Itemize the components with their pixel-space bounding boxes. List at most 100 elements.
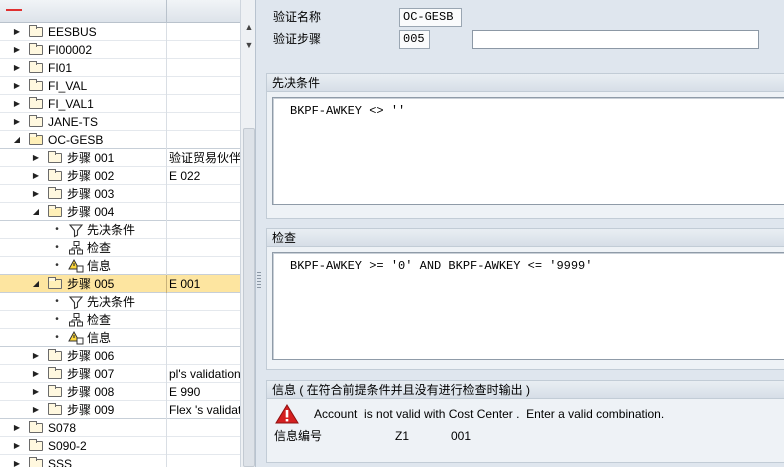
expand-arrow-icon[interactable]: ▶ <box>12 455 22 467</box>
tree-node-sss[interactable]: ▶ SSS <box>0 455 240 467</box>
tree-node-step-004[interactable]: ◢ 步骤 004 <box>0 203 240 221</box>
tree-node-fi-val1[interactable]: ▶ FI_VAL1 <box>0 95 240 113</box>
tree-node-label: FI01 <box>48 61 73 75</box>
prerequisite-code: BKPF-AWKEY <> '' <box>290 104 406 118</box>
tree-node-description: 验证贸易伙伴 <box>169 151 240 165</box>
validation-step-detail: 验证名称 OC-GESB 验证步骤 005 先决条件 BKPF-AWKEY <>… <box>262 0 784 467</box>
tree-node-step-002[interactable]: ▶ 步骤 002 E 022 <box>0 167 240 185</box>
prerequisite-editor[interactable]: BKPF-AWKEY <> '' <box>272 97 784 205</box>
tree-node-label: SSS <box>48 457 73 467</box>
tree-node-message[interactable]: • 信息 <box>0 257 240 275</box>
tree-node-prerequisite[interactable]: • 先决条件 <box>0 293 240 311</box>
message-warning-icon <box>68 258 84 273</box>
folder-icon <box>29 115 43 127</box>
open-folder-icon <box>48 205 62 217</box>
tree-node-label: 步骤 007 <box>67 367 115 381</box>
expand-arrow-icon[interactable]: ▶ <box>12 59 22 77</box>
tree-node-label: S090-2 <box>48 439 87 453</box>
expand-arrow-icon[interactable]: ▶ <box>12 23 22 41</box>
folder-icon <box>48 349 62 361</box>
check-section-title: 检查 <box>267 229 784 247</box>
tree-header-column-name[interactable] <box>0 0 167 22</box>
bullet-icon: • <box>55 314 59 325</box>
tree-node-label: 步骤 003 <box>67 187 115 201</box>
tree-node-eesbus[interactable]: ▶ EESBUS <box>0 23 240 41</box>
tree-node-step-001[interactable]: ▶ 步骤 001 验证贸易伙伴 <box>0 149 240 167</box>
folder-icon <box>48 367 62 379</box>
folder-icon <box>29 97 43 109</box>
tree-node-oc-gesb[interactable]: ◢ OC-GESB <box>0 131 240 149</box>
expand-arrow-icon[interactable]: ▶ <box>12 77 22 95</box>
tree-node-check[interactable]: • 检查 <box>0 239 240 257</box>
bullet-icon: • <box>55 242 59 253</box>
tree-node-step-007[interactable]: ▶ 步骤 007 pl's validation <box>0 365 240 383</box>
tree-node-label: 步骤 009 <box>67 403 115 417</box>
tree-node-fi-val[interactable]: ▶ FI_VAL <box>0 77 240 95</box>
tree-node-label: 步骤 008 <box>67 385 115 399</box>
expand-arrow-icon[interactable]: ▶ <box>31 347 41 365</box>
prerequisite-section: 先决条件 BKPF-AWKEY <> '' <box>266 73 784 219</box>
tree-node-description: E 001 <box>169 277 201 291</box>
expand-arrow-icon[interactable]: ▶ <box>31 401 41 419</box>
tree-node-description: E 022 <box>169 169 201 183</box>
tree-node-message[interactable]: • 信息 <box>0 329 240 347</box>
folder-icon <box>48 385 62 397</box>
tree-node-fi00002[interactable]: ▶ FI00002 <box>0 41 240 59</box>
collapse-arrow-icon[interactable]: ◢ <box>31 203 41 221</box>
bullet-icon: • <box>55 224 59 235</box>
filter-icon <box>68 296 84 310</box>
tree-node-fi01[interactable]: ▶ FI01 <box>0 59 240 77</box>
collapse-arrow-icon[interactable]: ◢ <box>12 131 22 149</box>
tree-node-description: pl's validation <box>169 367 240 381</box>
tree-node-jane-ts[interactable]: ▶ JANE-TS <box>0 113 240 131</box>
collapse-arrow-icon[interactable]: ◢ <box>31 275 41 293</box>
check-section: 检查 BKPF-AWKEY >= '0' AND BKPF-AWKEY <= '… <box>266 228 784 370</box>
expand-arrow-icon[interactable]: ▶ <box>31 167 41 185</box>
scroll-down-arrow-icon[interactable]: ▼ <box>241 38 255 52</box>
tree-column-header <box>0 0 240 23</box>
scroll-thumb[interactable] <box>243 128 255 467</box>
folder-icon <box>29 25 43 37</box>
expand-arrow-icon[interactable]: ▶ <box>12 437 22 455</box>
expand-arrow-icon[interactable]: ▶ <box>31 365 41 383</box>
tree-node-step-009[interactable]: ▶ 步骤 009 Flex 's validat <box>0 401 240 419</box>
expand-arrow-icon[interactable]: ▶ <box>12 41 22 59</box>
folder-icon <box>48 187 62 199</box>
tree-node-label: 步骤 005 <box>67 277 115 291</box>
check-hierarchy-icon <box>69 313 83 327</box>
tree-vertical-scrollbar[interactable]: ▲ ▼ <box>240 0 255 467</box>
message-section: 信息 ( 在符合前提条件并且没有进行检查时输出 ) Account is not… <box>266 380 784 463</box>
splitter-grip-icon[interactable] <box>257 272 261 290</box>
tree-node-label: OC-GESB <box>48 133 104 147</box>
folder-icon <box>29 43 43 55</box>
tree-node-step-005[interactable]: ◢ 步骤 005 E 001 <box>0 275 240 293</box>
tree-node-s078[interactable]: ▶ S078 <box>0 419 240 437</box>
tree-node-description: E 990 <box>169 385 201 399</box>
tree-node-check[interactable]: • 检查 <box>0 311 240 329</box>
expand-arrow-icon[interactable]: ▶ <box>31 383 41 401</box>
tree-node-label: 步骤 002 <box>67 169 115 183</box>
open-folder-icon <box>29 133 43 145</box>
tree-node-label: JANE-TS <box>48 115 99 129</box>
tree-node-step-008[interactable]: ▶ 步骤 008 E 990 <box>0 383 240 401</box>
tree-node-step-006[interactable]: ▶ 步骤 006 <box>0 347 240 365</box>
expand-arrow-icon[interactable]: ▶ <box>12 113 22 131</box>
step-text-input[interactable] <box>472 30 759 49</box>
open-folder-icon <box>48 277 62 289</box>
folder-icon <box>48 169 62 181</box>
expand-arrow-icon[interactable]: ▶ <box>12 419 22 437</box>
expand-arrow-icon[interactable]: ▶ <box>31 149 41 167</box>
tree-node-label: 先决条件 <box>87 295 136 309</box>
scroll-up-arrow-icon[interactable]: ▲ <box>241 20 255 34</box>
tree-node-label: S078 <box>48 421 77 435</box>
tree-node-s090-2[interactable]: ▶ S090-2 <box>0 437 240 455</box>
tree-node-label: FI_VAL <box>48 79 88 93</box>
check-code: BKPF-AWKEY >= '0' AND BKPF-AWKEY <= '999… <box>290 259 593 273</box>
check-editor[interactable]: BKPF-AWKEY >= '0' AND BKPF-AWKEY <= '999… <box>272 252 784 360</box>
tree-node-label: 步骤 001 <box>67 151 115 165</box>
tree-node-step-003[interactable]: ▶ 步骤 003 <box>0 185 240 203</box>
folder-icon <box>29 421 43 433</box>
tree-node-prerequisite[interactable]: • 先决条件 <box>0 221 240 239</box>
expand-arrow-icon[interactable]: ▶ <box>31 185 41 203</box>
expand-arrow-icon[interactable]: ▶ <box>12 95 22 113</box>
